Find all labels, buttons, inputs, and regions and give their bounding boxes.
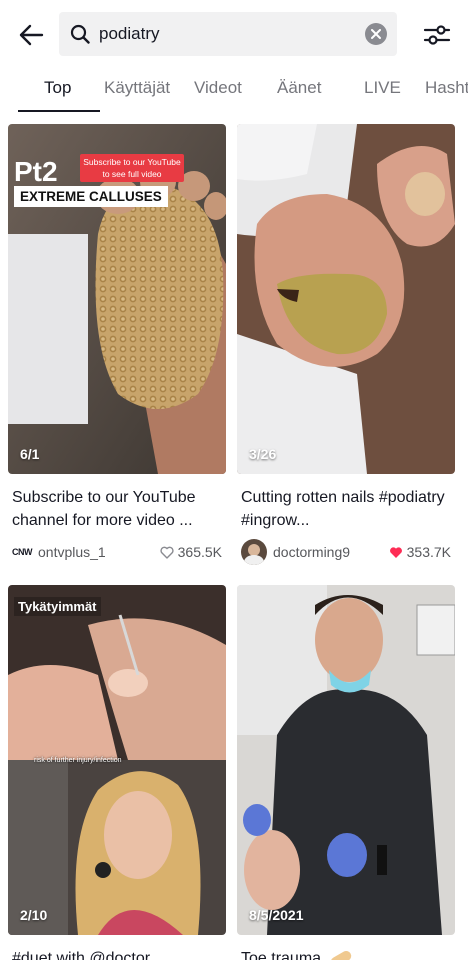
active-tab-indicator bbox=[18, 110, 100, 112]
tab-users[interactable]: Käyttäjät bbox=[104, 78, 170, 98]
video-counter: 8/5/2021 bbox=[249, 907, 304, 923]
video-caption[interactable]: Toe trauma bbox=[237, 947, 455, 960]
heart-filled-icon bbox=[389, 546, 402, 558]
video-caption[interactable]: #duet with @doctor bbox=[8, 947, 226, 960]
search-icon bbox=[69, 23, 91, 45]
caption-text: Toe trauma bbox=[241, 950, 322, 960]
video-card[interactable]: Tykätyimmät risk of further injury/infec… bbox=[8, 585, 226, 960]
video-card[interactable]: 3/26 Cutting rotten nails #podiatry #ing… bbox=[237, 124, 455, 566]
video-counter: 3/26 bbox=[249, 446, 277, 462]
arrow-left-icon bbox=[19, 24, 44, 46]
like-count[interactable]: 353.7K bbox=[389, 544, 451, 560]
video-caption[interactable]: Cutting rotten nails #podiatry #ingrow..… bbox=[237, 486, 455, 532]
video-card[interactable]: Pt2 Subscribe to our YouTube to see full… bbox=[8, 124, 226, 566]
filter-button[interactable] bbox=[420, 18, 454, 52]
likes-value: 353.7K bbox=[406, 544, 451, 560]
video-meta: CNW ontvplus_1 365.5K bbox=[8, 538, 226, 566]
tab-sounds[interactable]: Äänet bbox=[277, 78, 321, 98]
close-icon bbox=[371, 29, 381, 39]
tab-videos[interactable]: Videot bbox=[194, 78, 242, 98]
avatar[interactable] bbox=[241, 539, 267, 565]
heart-outline-icon bbox=[160, 546, 174, 559]
tab-live[interactable]: LIVE bbox=[364, 78, 401, 98]
toenail-image bbox=[237, 124, 455, 474]
video-meta: doctorming9 353.7K bbox=[237, 538, 455, 566]
search-tabs: Top Käyttäjät Videot Äänet LIVE Hashtags bbox=[0, 70, 468, 114]
video-counter: 2/10 bbox=[20, 907, 48, 923]
overlay-label: EXTREME CALLUSES bbox=[14, 186, 168, 207]
video-thumbnail[interactable]: Pt2 Subscribe to our YouTube to see full… bbox=[8, 124, 226, 474]
user-badge[interactable]: CNW bbox=[12, 547, 33, 557]
video-caption[interactable]: Subscribe to our YouTube channel for mor… bbox=[8, 486, 226, 532]
tab-hashtags[interactable]: Hashtags bbox=[425, 78, 468, 98]
overlay-label: Tykätyimmät bbox=[14, 597, 101, 616]
overlay-note: risk of further injury/infection bbox=[34, 757, 122, 764]
search-bar[interactable] bbox=[59, 12, 397, 56]
back-button[interactable] bbox=[14, 18, 48, 52]
overlay-title: Pt2 bbox=[14, 156, 58, 187]
video-thumbnail[interactable]: 8/5/2021 bbox=[237, 585, 455, 935]
video-counter: 6/1 bbox=[20, 446, 40, 462]
like-count[interactable]: 365.5K bbox=[160, 544, 222, 560]
clear-search-button[interactable] bbox=[365, 23, 387, 45]
overlay-banner: Subscribe to our YouTube to see full vid… bbox=[80, 154, 184, 182]
likes-value: 365.5K bbox=[177, 544, 222, 560]
tab-top[interactable]: Top bbox=[44, 78, 71, 98]
video-thumbnail[interactable]: Tykätyimmät risk of further injury/infec… bbox=[8, 585, 226, 935]
video-card[interactable]: 8/5/2021 Toe trauma bbox=[237, 585, 455, 960]
bandage-emoji-icon bbox=[328, 948, 353, 960]
video-thumbnail[interactable]: 3/26 bbox=[237, 124, 455, 474]
search-header bbox=[0, 10, 468, 58]
search-input[interactable] bbox=[99, 24, 365, 44]
username[interactable]: ontvplus_1 bbox=[38, 544, 160, 560]
username[interactable]: doctorming9 bbox=[273, 544, 389, 560]
sliders-icon bbox=[423, 25, 451, 45]
doctor-video-image bbox=[237, 585, 455, 935]
